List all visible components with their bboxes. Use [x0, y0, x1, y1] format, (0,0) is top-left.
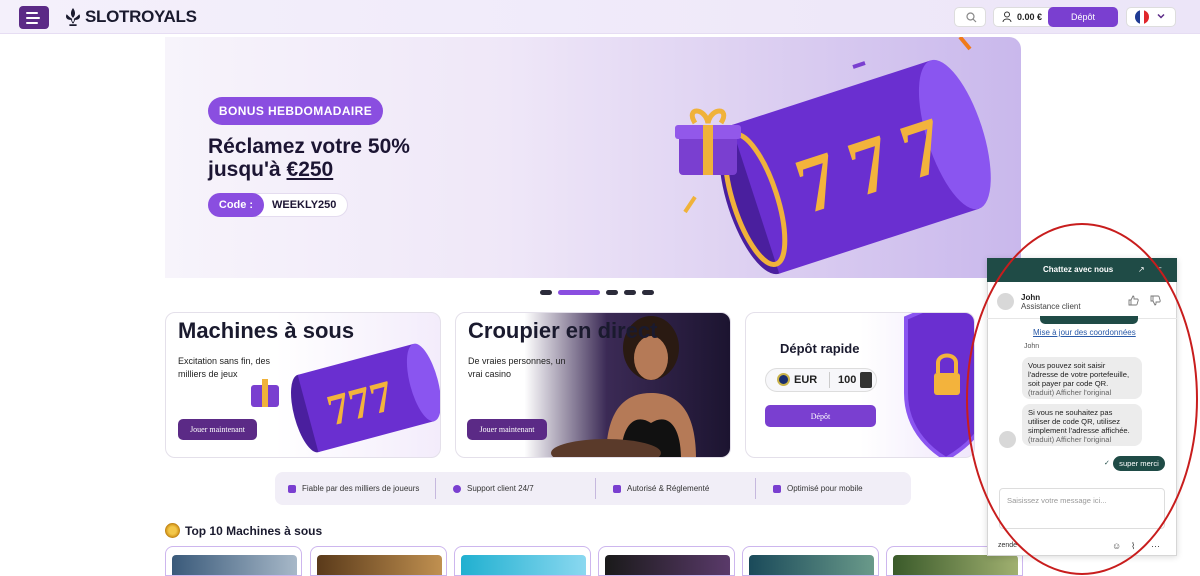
top10-title: Top 10 Machines à sous: [185, 523, 323, 538]
carousel-dot[interactable]: [540, 290, 552, 295]
top10-heading: Top 10 Machines à sous: [165, 523, 322, 538]
user-icon: [1002, 11, 1012, 23]
slots-card-title: Machines à sous: [178, 318, 355, 343]
zendesk-branding[interactable]: zende: [998, 542, 1017, 549]
game-thumbnail[interactable]: [165, 546, 302, 576]
carousel-dot-active[interactable]: [558, 290, 600, 295]
feature-trusted: Fiable par des milliers de joueurs: [288, 484, 419, 493]
users-icon: [288, 484, 296, 493]
hero-title-prefix: jusqu'à: [208, 158, 287, 181]
more-options-icon[interactable]: ⋯: [1151, 541, 1160, 552]
balance-amount: 0.00 €: [1017, 12, 1043, 22]
game-thumbnail[interactable]: [310, 546, 447, 576]
shield-check-icon: [613, 484, 621, 493]
slots-play-button[interactable]: Jouer maintenant: [178, 419, 257, 440]
feature-divider: [435, 478, 436, 499]
menu-button[interactable]: [19, 6, 49, 29]
fast-deposit-button[interactable]: Dépôt: [765, 405, 876, 427]
game-thumbnail[interactable]: [742, 546, 879, 576]
deposit-amount-value[interactable]: 100: [838, 374, 856, 386]
hero-title-line1: Réclamez votre 50%: [208, 135, 410, 158]
carousel-dot[interactable]: [642, 290, 654, 295]
search-button[interactable]: [954, 7, 986, 27]
feature-divider: [595, 478, 596, 499]
promo-code-value[interactable]: WEEKLY250: [272, 199, 336, 211]
slots-card-desc: Excitation sans fin, des milliers de jeu…: [178, 356, 271, 379]
carousel-dots[interactable]: [540, 290, 654, 295]
promo-code-label: Code :: [208, 193, 264, 217]
feature-licensed: Autorisé & Réglementé: [613, 484, 709, 493]
search-icon: [966, 12, 977, 23]
headset-icon: [453, 484, 461, 493]
feature-divider: [755, 478, 756, 499]
deposit-button[interactable]: Dépôt: [1048, 7, 1118, 27]
french-flag-icon: [1135, 10, 1149, 24]
feature-label: Fiable par des milliers de joueurs: [302, 484, 420, 493]
site-logo[interactable]: SLOTROYALS: [64, 7, 197, 27]
carousel-dot[interactable]: [606, 290, 618, 295]
fast-deposit-title: Dépôt rapide: [780, 341, 860, 356]
game-thumbnail[interactable]: [454, 546, 591, 576]
feature-support: Support client 24/7: [453, 484, 534, 493]
feature-label: Support client 24/7: [467, 484, 534, 493]
weekly-bonus-badge: BONUS HEBDOMADAIRE: [208, 97, 383, 125]
chevron-down-icon: [1157, 13, 1165, 19]
highlight-circle: [966, 223, 1198, 575]
language-selector[interactable]: [1126, 7, 1176, 27]
fleur-de-lis-icon: [66, 8, 80, 26]
feature-label: Autorisé & Réglementé: [627, 484, 710, 493]
feature-mobile: Optimisé pour mobile: [773, 484, 863, 493]
live-dealer-card-desc: De vraies personnes, un vrai casino: [468, 356, 566, 379]
medal-icon: [165, 523, 180, 538]
game-thumbnail[interactable]: [598, 546, 735, 576]
live-dealer-card-title: Croupier en direct: [468, 318, 658, 343]
carousel-dot[interactable]: [624, 290, 636, 295]
live-dealer-play-button[interactable]: Jouer maintenant: [467, 419, 547, 440]
amount-stepper-icon[interactable]: [860, 372, 872, 388]
eu-flag-icon: [777, 373, 790, 386]
field-divider: [829, 372, 830, 388]
feature-label: Optimisé pour mobile: [787, 484, 863, 493]
hero-bonus-amount: €250: [286, 158, 334, 181]
currency-label[interactable]: EUR: [794, 374, 817, 386]
mobile-icon: [773, 484, 781, 493]
logo-text: SLOTROYALS: [85, 7, 197, 26]
hero-title-line2: jusqu'à €250: [208, 158, 333, 182]
